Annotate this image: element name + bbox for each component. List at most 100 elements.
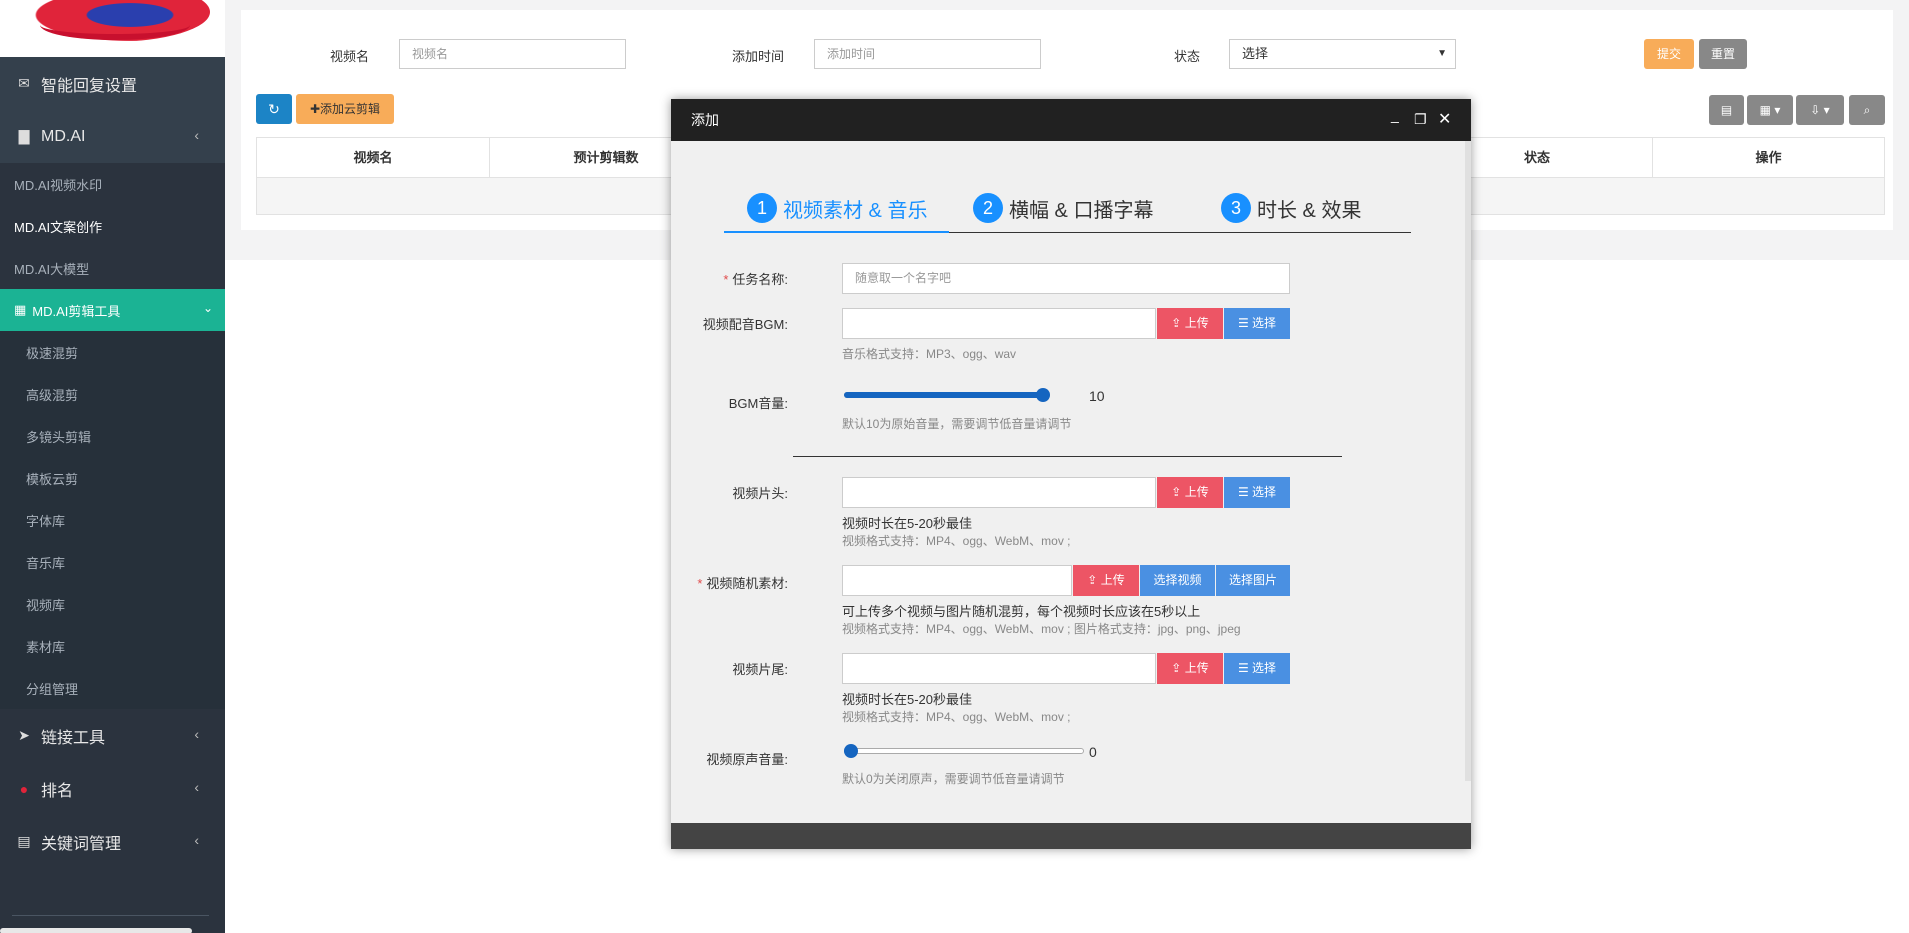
bgm-input[interactable]: [842, 308, 1156, 339]
outro-upload-button[interactable]: ⇪ 上传: [1157, 653, 1223, 684]
list-icon: ▤: [1720, 103, 1733, 117]
video-name-input[interactable]: 视频名: [399, 39, 626, 69]
upload-icon: ⇪: [1087, 573, 1098, 587]
sidebar-item-mdai-copywriting[interactable]: MD.AI文案创作: [0, 205, 225, 247]
clip-submenu: 极速混剪 高级混剪 多镜头剪辑 模板云剪 字体库 音乐库 视频库 素材库 分组管…: [0, 331, 225, 709]
folder-icon: ▇: [18, 128, 30, 144]
caret-down-icon: ▼: [1437, 48, 1447, 59]
nav-top-group: ✉ 智能回复设置 ▇ MD.AI ‹: [0, 57, 225, 163]
add-time-input[interactable]: 添加时间: [814, 39, 1041, 69]
sidebar-item-font-lib[interactable]: 字体库: [0, 499, 225, 541]
sidebar-item-music-lib[interactable]: 音乐库: [0, 541, 225, 583]
bgm-volume-label: BGM音量:: [728, 396, 788, 411]
intro-upload-button[interactable]: ⇪ 上传: [1157, 477, 1223, 508]
modal-footer: [671, 823, 1471, 849]
sidebar-item-fast-mix[interactable]: 极速混剪: [0, 331, 225, 373]
sidebar-scrollbar[interactable]: [0, 928, 192, 933]
close-icon[interactable]: ✕: [1438, 109, 1451, 129]
orig-volume-value: 0: [1089, 744, 1097, 760]
sidebar-item-group-manage[interactable]: 分组管理: [0, 667, 225, 709]
minimize-icon[interactable]: _: [1391, 107, 1399, 123]
document-icon: ▤: [17, 833, 31, 849]
chevron-left-icon: ‹: [194, 832, 199, 848]
list-icon: ☰: [1237, 485, 1249, 499]
tab-step-3[interactable]: 3 时长 & 效果: [1221, 185, 1361, 231]
step-label: 横幅 & 口播字幕: [1009, 199, 1154, 222]
toggle-view-button[interactable]: ▤: [1709, 95, 1744, 125]
chevron-left-icon: ‹: [194, 779, 199, 795]
required-mark: *: [723, 272, 729, 287]
section-divider: [793, 456, 1342, 457]
intro-label: 视频片头:: [732, 486, 788, 501]
label-text: 视频随机素材:: [706, 576, 788, 591]
sidebar-item-keywords[interactable]: ▤ 关键词管理 ‹: [0, 815, 225, 868]
list-icon: ☰: [1237, 661, 1249, 675]
button-label: 选择: [1252, 485, 1277, 499]
task-name-input[interactable]: 随意取一个名字吧: [842, 263, 1290, 294]
sidebar-item-smart-reply[interactable]: ✉ 智能回复设置: [0, 57, 225, 110]
step-number: 3: [1221, 193, 1251, 223]
grid-icon: ▦ ▾: [1759, 103, 1781, 117]
col-video-name[interactable]: 视频名: [257, 138, 490, 177]
intro-input[interactable]: [842, 477, 1156, 508]
outro-choose-button[interactable]: ☰ 选择: [1224, 653, 1290, 684]
sidebar-item-label: 智能回复设置: [41, 77, 138, 95]
upload-icon: ⇪: [1171, 316, 1182, 330]
button-label: 上传: [1184, 316, 1209, 330]
step-number: 2: [973, 193, 1003, 223]
task-name-label: * 任务名称:: [688, 269, 788, 288]
sidebar-item-ranking[interactable]: ● 排名 ‹: [0, 762, 225, 815]
sidebar-item-mdai[interactable]: ▇ MD.AI ‹: [0, 110, 225, 163]
sidebar-item-material-lib[interactable]: 素材库: [0, 625, 225, 667]
choose-video-button[interactable]: 选择视频: [1140, 565, 1215, 596]
sidebar-divider: [12, 915, 209, 916]
bgm-help: 音乐格式支持：MP3、ogg、wav: [842, 347, 1017, 361]
export-button[interactable]: ⇩ ▾: [1796, 95, 1844, 125]
random-help-format: 视频格式支持：MP4、ogg、WebM、mov ; 图片格式支持：jpg、png…: [842, 622, 1241, 636]
sidebar-item-mdai-clip[interactable]: ▦ MD.AI剪辑工具 ⌄: [0, 289, 225, 331]
envelope-icon: ✉: [18, 75, 30, 91]
film-icon: ▦: [14, 302, 27, 317]
sidebar-item-mdai-llm[interactable]: MD.AI大模型: [0, 247, 225, 289]
bgm-upload-button[interactable]: ⇪ 上传: [1157, 308, 1223, 339]
step-active-underline: [724, 231, 949, 233]
orig-volume-slider-knob[interactable]: [844, 744, 858, 758]
button-label: 上传: [1184, 661, 1209, 675]
sidebar-item-video-lib[interactable]: 视频库: [0, 583, 225, 625]
step-number: 1: [747, 193, 777, 223]
sidebar-item-template-clip[interactable]: 模板云剪: [0, 457, 225, 499]
search-button[interactable]: ⌕: [1849, 95, 1885, 125]
random-material-input[interactable]: [842, 565, 1072, 596]
sidebar-item-label: MD.AI: [41, 127, 86, 145]
chevron-left-icon: ‹: [194, 726, 199, 742]
refresh-icon: ↻: [268, 101, 280, 117]
bgm-volume-slider-knob[interactable]: [1036, 388, 1050, 402]
tab-step-1[interactable]: 1 视频素材 & 音乐: [747, 185, 927, 231]
outro-input[interactable]: [842, 653, 1156, 684]
tab-step-2[interactable]: 2 横幅 & 口播字幕: [973, 185, 1153, 231]
random-upload-button[interactable]: ⇪ 上传: [1073, 565, 1139, 596]
sidebar-item-advanced-mix[interactable]: 高级混剪: [0, 373, 225, 415]
submit-button[interactable]: 提交: [1644, 39, 1694, 69]
bgm-volume-slider-fill: [844, 392, 1043, 398]
reset-button[interactable]: 重置: [1699, 39, 1747, 69]
required-mark: *: [697, 576, 703, 591]
bgm-choose-button[interactable]: ☰ 选择: [1224, 308, 1290, 339]
search-icon: ⌕: [1863, 103, 1871, 117]
sidebar-item-link-tools[interactable]: ➤ 链接工具 ‹: [0, 709, 225, 762]
bgm-volume-help: 默认10为原始音量，需要调节低音量请调节: [842, 417, 1072, 431]
random-help-tip: 可上传多个视频与图片随机混剪，每个视频时长应该在5秒以上: [842, 604, 1201, 619]
orig-volume-slider-track[interactable]: [844, 748, 1084, 754]
bgm-label: 视频配音BGM:: [702, 317, 788, 332]
sidebar-item-multi-cam[interactable]: 多镜头剪辑: [0, 415, 225, 457]
modal-scrollbar[interactable]: [1465, 141, 1471, 781]
sidebar-item-mdai-watermark[interactable]: MD.AI视频水印: [0, 163, 225, 205]
choose-image-button[interactable]: 选择图片: [1216, 565, 1290, 596]
add-cloud-clip-button[interactable]: ✚添加云剪辑: [296, 94, 394, 124]
sidebar-item-label: 链接工具: [41, 729, 106, 747]
refresh-button[interactable]: ↻: [256, 94, 292, 124]
columns-button[interactable]: ▦ ▾: [1747, 95, 1793, 125]
status-select[interactable]: 选择 ▼: [1229, 39, 1456, 69]
maximize-icon[interactable]: ❐: [1414, 111, 1427, 128]
intro-choose-button[interactable]: ☰ 选择: [1224, 477, 1290, 508]
